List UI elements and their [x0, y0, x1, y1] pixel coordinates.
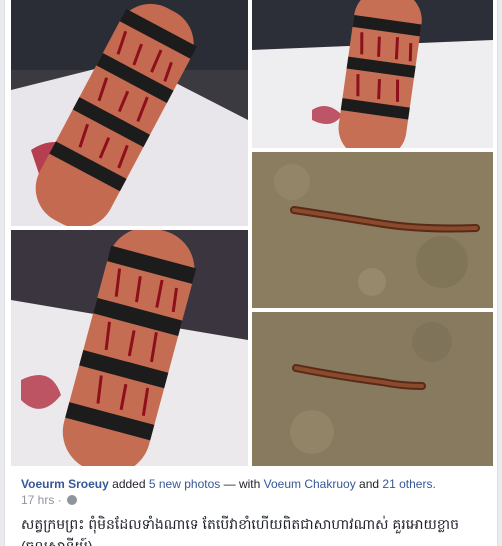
photos-link[interactable]: 5 new photos	[149, 477, 220, 491]
post-caption: សត្វក្រមព្រះ ពុំមិនដែលទាំងណាទេ តែបើវាខាំ…	[21, 516, 460, 532]
others-link[interactable]: 21 others.	[382, 477, 435, 491]
feed-post: Voeurm Sroeuy added 5 new photos — with …	[4, 0, 498, 546]
post-caption-continued: (ចូលស្ថានីយ៍)	[21, 538, 93, 546]
photo-leg-bandaged-2[interactable]	[11, 230, 248, 466]
author-link[interactable]: Voeurm Sroeuy	[21, 477, 109, 491]
timestamp-link[interactable]: 17 hrs	[21, 493, 54, 507]
with-text: — with	[223, 477, 261, 491]
photo-leg-bandaged-3[interactable]	[252, 0, 493, 148]
photo-millipede-1[interactable]	[252, 152, 493, 308]
post-meta: Voeurm Sroeuy added 5 new photos — with …	[21, 476, 491, 492]
separator: ·	[57, 493, 66, 507]
photo-leg-bandaged-1[interactable]	[11, 0, 248, 226]
post-timestamp: 17 hrs ·	[21, 492, 78, 508]
photo-millipede-2[interactable]	[252, 312, 493, 466]
globe-icon[interactable]	[67, 495, 78, 505]
and-text: and	[359, 477, 380, 491]
tagged-user-link[interactable]: Voeum Chakruoy	[264, 477, 356, 491]
photo-grid	[11, 0, 493, 466]
action-text: added	[112, 477, 146, 491]
